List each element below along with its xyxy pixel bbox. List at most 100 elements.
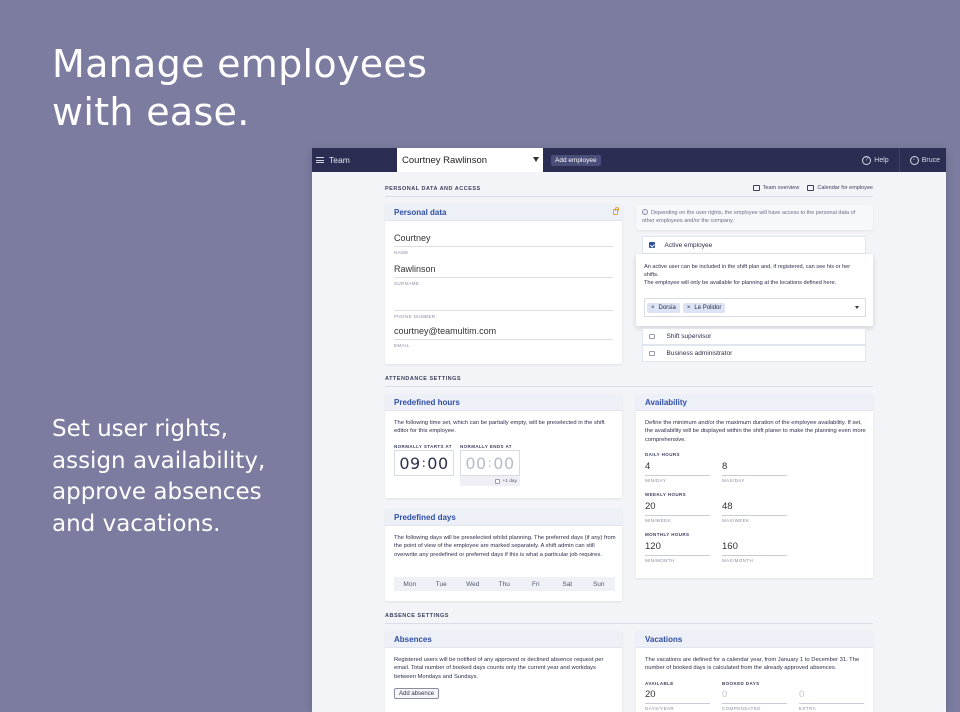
business-admin-checkbox[interactable] <box>649 350 655 357</box>
add-employee-button[interactable]: Add employee <box>551 154 601 166</box>
add-absence-button[interactable]: Add absence <box>394 688 440 699</box>
section-divider <box>385 386 873 387</box>
shift-supervisor-checkbox[interactable] <box>649 333 655 340</box>
business-admin-label: Business administrator <box>666 350 733 357</box>
weekly-max-value: 48 <box>722 501 733 512</box>
availability-header: Availability <box>636 394 873 411</box>
section-divider <box>385 623 873 624</box>
day-sat[interactable]: Sat <box>552 577 584 591</box>
email-field[interactable]: courtney@teamultim.com EMAIL <box>394 326 613 348</box>
predefined-days-header: Predefined days <box>385 509 622 526</box>
email-caption: EMAIL <box>394 343 410 348</box>
monthly-min-field[interactable]: 120 MIN/MONTH <box>645 541 710 563</box>
monthly-hours-caption: MONTHLY HOURS <box>645 532 690 537</box>
field-underline <box>394 277 613 278</box>
surname-field[interactable]: Rawlinson SURNAME <box>394 264 613 286</box>
locations-multiselect[interactable]: × Dorsia × Le Polidor <box>644 298 866 317</box>
end-minute[interactable]: 00 <box>493 454 514 473</box>
hamburger-icon[interactable] <box>316 157 324 163</box>
section-attendance-label: ATTENDANCE SETTINGS <box>385 376 462 382</box>
topbar-divider <box>898 148 900 172</box>
day-tue[interactable]: Tue <box>426 577 458 591</box>
absences-header: Absences <box>385 631 622 648</box>
active-employee-row[interactable]: Active employee <box>642 236 866 254</box>
section-divider <box>385 196 873 197</box>
end-hour[interactable]: 00 <box>465 454 486 473</box>
daily-min-caption: MIN/DAY <box>645 478 667 483</box>
access-info-text: Depending on the user rights, the employ… <box>642 210 856 224</box>
employee-select[interactable]: Courtney Rawlinson <box>397 148 543 172</box>
remove-chip-icon[interactable]: × <box>687 305 691 311</box>
day-thu[interactable]: Thu <box>489 577 521 591</box>
active-employee-details: An active user can be included in the sh… <box>636 254 873 326</box>
day-mon[interactable]: Mon <box>394 577 426 591</box>
location-chip[interactable]: × Le Polidor <box>682 302 726 313</box>
booked-days-field[interactable]: 0 COMPENSATED <box>722 689 787 711</box>
daily-max-value: 8 <box>722 461 728 472</box>
personal-data-card: Personal data Courtney NAME Rawlinson SU… <box>385 204 622 364</box>
daily-min-field[interactable]: 4 MIN/DAY <box>645 461 710 483</box>
weekly-min-field[interactable]: 20 MIN/WEEK <box>645 501 710 523</box>
compensated-caption: COMPENSATED <box>722 706 761 711</box>
day-fri[interactable]: Fri <box>520 577 552 591</box>
location-chip-label: Le Polidor <box>694 304 722 311</box>
business-admin-row[interactable]: Business administrator <box>642 345 866 362</box>
plus-day-checkbox[interactable] <box>495 478 501 484</box>
weekly-max-caption: MAX/WEEK <box>722 518 750 523</box>
help-icon: ? <box>862 155 872 165</box>
extra-days-field[interactable]: 0 EXTRA <box>799 689 864 711</box>
available-caption: AVAILABLE <box>645 681 674 686</box>
personal-links: Team overview Calendar for employee <box>752 185 873 191</box>
start-minute[interactable]: 00 <box>427 454 448 473</box>
active-employee-checkbox[interactable] <box>649 242 655 248</box>
first-name-field[interactable]: Courtney NAME <box>394 233 613 255</box>
team-overview-link[interactable]: Team overview <box>752 185 799 191</box>
available-days-value: 20 <box>645 689 656 700</box>
weekly-min-caption: MIN/WEEK <box>645 518 671 523</box>
daily-hours-caption: DAILY HOURS <box>645 452 680 457</box>
hero-subtitle: Set user rights, assign availability, ap… <box>52 416 266 537</box>
daily-max-field[interactable]: 8 MAX/DAY <box>722 461 787 483</box>
surname-value: Rawlinson <box>394 264 436 274</box>
user-menu[interactable]: ◦ Bruce <box>909 155 940 165</box>
shift-supervisor-label: Shift supervisor <box>666 333 712 340</box>
start-hour[interactable]: 09 <box>399 454 420 473</box>
day-wed[interactable]: Wed <box>457 577 489 591</box>
predefined-hours-card: Predefined hours The following time set,… <box>385 394 622 498</box>
end-time-caption: NORMALLY ENDS AT <box>460 444 512 449</box>
calendar-link[interactable]: Calendar for employee <box>807 185 873 191</box>
booked-caption: BOOKED DAYS <box>722 681 760 686</box>
help-link[interactable]: ? Help <box>862 155 889 165</box>
personal-data-header: Personal data <box>385 204 622 221</box>
shift-supervisor-row[interactable]: Shift supervisor <box>642 328 866 345</box>
user-avatar-icon: ◦ <box>909 155 919 165</box>
team-overview-icon <box>752 185 760 191</box>
team-menu[interactable]: Team <box>312 155 397 165</box>
locations-desc-text: The employee will only be available for … <box>644 280 837 287</box>
phone-caption: PHONE NUMBER <box>394 314 436 319</box>
section-personal-label: PERSONAL DATA AND ACCESS <box>385 186 481 192</box>
end-time-input[interactable]: 00:00 <box>460 450 520 476</box>
personal-data-title: Personal data <box>394 207 447 217</box>
availability-card: Availability Define the minimum and/or t… <box>636 394 873 578</box>
predefined-hours-header: Predefined hours <box>385 394 622 411</box>
access-info-box: i Depending on the user rights, the emplo… <box>636 205 873 230</box>
plus-day-option[interactable]: +1 day <box>460 476 520 486</box>
calendar-label: Calendar for employee <box>817 185 873 191</box>
extra-caption: EXTRA <box>799 706 817 711</box>
monthly-max-field[interactable]: 160 MAX/MONTH <box>722 541 787 563</box>
day-sun[interactable]: Sun <box>583 577 615 591</box>
available-days-field[interactable]: 20 DAYS/YEAR <box>645 689 710 711</box>
location-chip[interactable]: × Dorsia <box>647 302 680 313</box>
remove-chip-icon[interactable]: × <box>651 305 655 311</box>
active-employee-label: Active employee <box>664 241 713 249</box>
phone-field[interactable]: PHONE NUMBER <box>394 295 613 319</box>
start-time-input[interactable]: 09:00 <box>394 450 454 476</box>
weekly-max-field[interactable]: 48 MAX/WEEK <box>722 501 787 523</box>
surname-caption: SURNAME <box>394 281 420 286</box>
calendar-icon <box>807 185 815 191</box>
field-underline <box>394 246 613 247</box>
start-time-caption: NORMALLY STARTS AT <box>394 444 452 449</box>
absences-card: Absences Registered users will be notifi… <box>385 631 622 712</box>
caret-down-icon[interactable] <box>855 306 859 309</box>
